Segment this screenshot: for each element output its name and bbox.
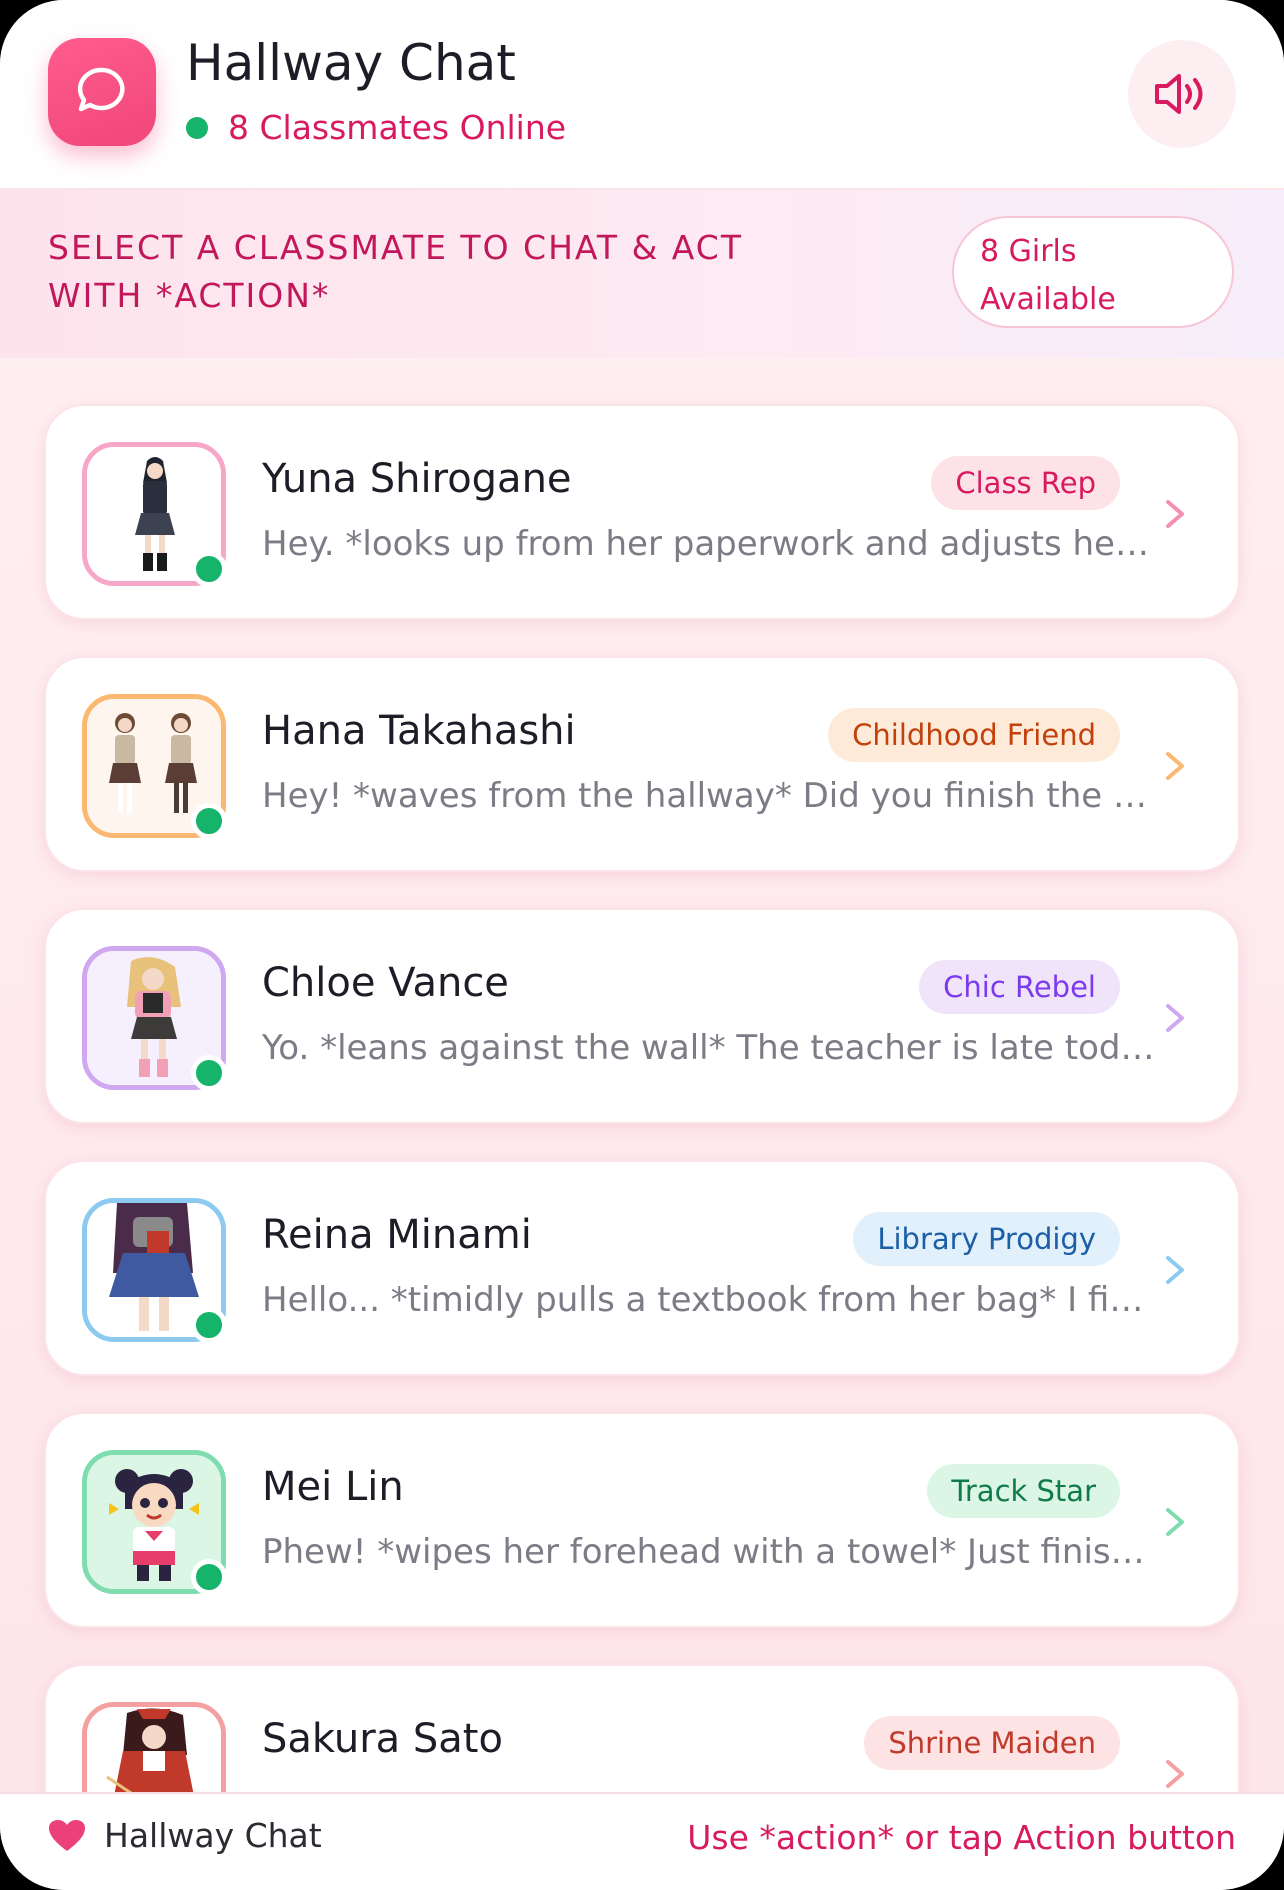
role-tag: Childhood Friend — [828, 708, 1120, 762]
classmate-card-sakura[interactable]: Sakura Sato Shrine Maiden — [44, 1664, 1240, 1792]
chevron-right-icon[interactable] — [1160, 494, 1190, 534]
classmate-name: Yuna Shirogane — [262, 456, 572, 502]
classmate-name: Reina Minami — [262, 1212, 532, 1258]
classmate-name: Mei Lin — [262, 1464, 404, 1510]
chevron-right-icon[interactable] — [1160, 1250, 1190, 1290]
classmate-card-hana[interactable]: Hana Takahashi Childhood Friend Hey! *wa… — [44, 656, 1240, 872]
chevron-right-icon[interactable] — [1160, 1754, 1190, 1792]
heart-icon — [49, 1819, 85, 1851]
app-screen: Yuna Shirogane Class Rep Hey. *looks up … — [0, 0, 1284, 1890]
online-count: 8 Classmates Online — [228, 108, 567, 147]
role-tag: Library Prodigy — [853, 1212, 1120, 1266]
page-title: Hallway Chat — [186, 34, 516, 92]
footer-label: Hallway Chat — [104, 1816, 322, 1855]
online-indicator — [191, 1055, 227, 1091]
classmate-name: Chloe Vance — [262, 960, 509, 1006]
message-preview: Hello... *timidly pulls a textbook from … — [262, 1280, 1162, 1320]
classmate-name: Hana Takahashi — [262, 708, 576, 754]
online-indicator — [191, 803, 227, 839]
online-indicator — [191, 1559, 227, 1595]
footer-hint: Use *action* or tap Action button — [687, 1818, 1236, 1857]
banner-instruction: SELECT A CLASSMATE TO CHAT & ACT WITH *A… — [48, 228, 743, 315]
app-header: Hallway Chat 8 Classmates Online — [0, 0, 1284, 188]
role-tag: Class Rep — [931, 456, 1120, 510]
chat-bubble-icon — [48, 38, 156, 146]
role-tag: Track Star — [927, 1464, 1120, 1518]
online-dot-icon — [186, 116, 208, 139]
message-preview: Hey. *looks up from her paperwork and ad… — [262, 524, 1162, 564]
avatar-sakura-image — [87, 1707, 221, 1792]
avatar — [82, 1702, 226, 1792]
classmate-card-chloe[interactable]: Chloe Vance Chic Rebel Yo. *leans agains… — [44, 908, 1240, 1124]
classmate-card-yuna[interactable]: Yuna Shirogane Class Rep Hey. *looks up … — [44, 404, 1240, 620]
role-tag: Shrine Maiden — [864, 1716, 1120, 1770]
chevron-right-icon[interactable] — [1160, 998, 1190, 1038]
online-status: 8 Classmates Online — [186, 108, 566, 147]
classmate-name: Sakura Sato — [262, 1716, 503, 1762]
message-preview: Hey! *waves from the hallway* Did you fi… — [262, 776, 1162, 816]
message-preview: Phew! *wipes her forehead with a towel* … — [262, 1532, 1162, 1572]
classmate-card-reina[interactable]: Reina Minami Library Prodigy Hello... *t… — [44, 1160, 1240, 1376]
online-indicator — [191, 551, 227, 587]
classmate-card-mei[interactable]: Mei Lin Track Star Phew! *wipes her fore… — [44, 1412, 1240, 1628]
sound-toggle-button[interactable] — [1128, 40, 1236, 148]
app-footer: Hallway Chat Use *action* or tap Action … — [0, 1792, 1284, 1890]
role-tag: Chic Rebel — [919, 960, 1120, 1014]
speaker-icon — [1155, 74, 1203, 114]
available-count-badge: 8 Girls Available — [952, 216, 1234, 328]
online-indicator — [191, 1307, 227, 1343]
chevron-right-icon[interactable] — [1160, 1502, 1190, 1542]
message-preview: Yo. *leans against the wall* The teacher… — [262, 1028, 1162, 1068]
footer-brand: Hallway Chat — [48, 1816, 322, 1855]
chevron-right-icon[interactable] — [1160, 746, 1190, 786]
